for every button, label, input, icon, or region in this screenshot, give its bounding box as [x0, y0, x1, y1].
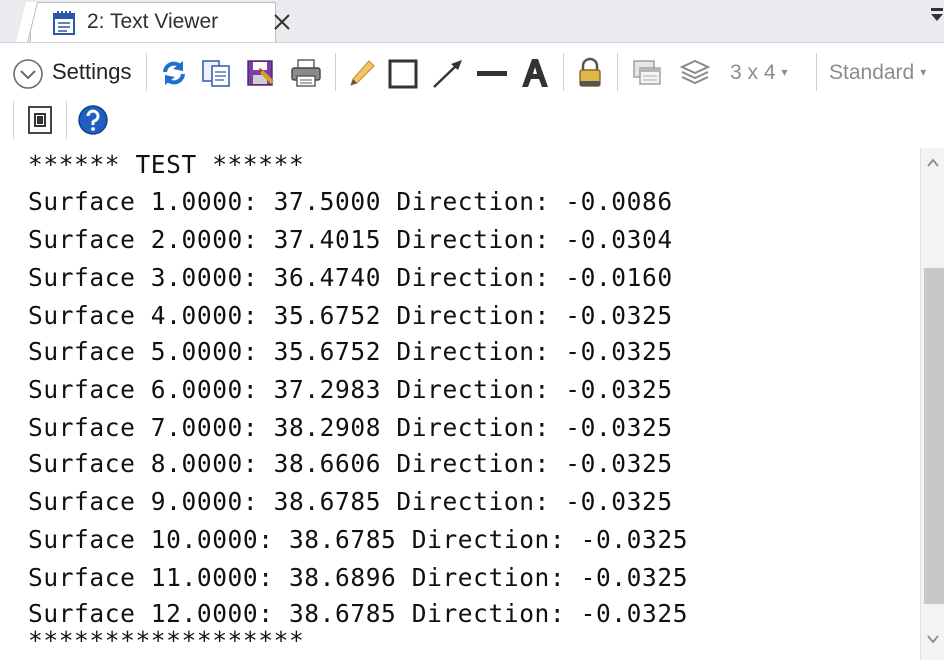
toolbar-separator — [816, 53, 817, 91]
toolbar-separator — [617, 53, 618, 91]
text-line: Surface 7.0000: 38.2908 Direction: -0.03… — [28, 413, 673, 442]
tab-strip: 2: Text Viewer — [0, 0, 944, 43]
scrollbar-thumb[interactable] — [924, 268, 944, 604]
style-value: Standard — [829, 61, 915, 84]
text-line: ****** TEST ****** — [28, 150, 305, 179]
text-line: Surface 5.0000: 35.6752 Direction: -0.03… — [28, 337, 673, 366]
copy-icon[interactable] — [199, 57, 233, 89]
settings-chevron-icon[interactable] — [12, 58, 44, 90]
vertical-scrollbar[interactable] — [920, 148, 944, 660]
tab-title: 2: Text Viewer — [87, 10, 219, 33]
pencil-icon[interactable] — [346, 57, 378, 89]
layers-icon[interactable] — [678, 57, 712, 89]
text-line: Surface 9.0000: 38.6785 Direction: -0.03… — [28, 487, 673, 516]
settings-button[interactable]: Settings — [52, 59, 132, 85]
save-icon[interactable] — [244, 57, 278, 89]
line-tool-icon[interactable] — [474, 57, 510, 89]
text-line: Surface 4.0000: 35.6752 Direction: -0.03… — [28, 301, 673, 330]
toolbar-separator — [563, 53, 564, 91]
grid-layout-dropdown[interactable]: 3 x 4 ▾ — [730, 61, 788, 85]
toolbar: Settings 3 x 4 ▾ Standard ▾ — [0, 42, 944, 148]
text-line: Surface 1.0000: 37.5000 Direction: -0.00… — [28, 187, 673, 216]
scroll-up-icon[interactable] — [921, 148, 944, 178]
rectangle-tool-icon[interactable] — [386, 57, 420, 91]
lock-icon[interactable] — [574, 55, 606, 91]
text-line: Surface 3.0000: 36.4740 Direction: -0.01… — [28, 263, 673, 292]
text-line: Surface 11.0000: 38.6896 Direction: -0.0… — [28, 563, 689, 592]
text-line: Surface 10.0000: 38.6785 Direction: -0.0… — [28, 525, 689, 554]
help-icon[interactable] — [76, 103, 110, 137]
window-layout-icon[interactable] — [630, 57, 664, 89]
close-icon[interactable] — [271, 11, 293, 33]
text-viewer-icon — [53, 11, 75, 35]
toolbar-separator — [13, 101, 14, 139]
text-line: Surface 6.0000: 37.2983 Direction: -0.03… — [28, 375, 673, 404]
tab-edge — [15, 2, 39, 43]
print-icon[interactable] — [288, 57, 324, 89]
toolbar-separator — [335, 53, 336, 91]
chevron-down-icon: ▾ — [781, 65, 788, 79]
chevron-down-icon: ▾ — [920, 65, 927, 79]
toolbar-separator — [146, 53, 147, 91]
text-viewer-content[interactable]: ****** TEST ****** Surface 1.0000: 37.50… — [0, 148, 920, 660]
text-line: Surface 2.0000: 37.4015 Direction: -0.03… — [28, 225, 673, 254]
text-line: ****************** — [28, 626, 305, 655]
tab-list-menu-icon[interactable] — [930, 4, 944, 26]
grid-layout-value: 3 x 4 — [730, 61, 776, 84]
style-dropdown[interactable]: Standard ▾ — [829, 61, 926, 85]
scroll-down-icon[interactable] — [921, 626, 944, 656]
text-tool-icon[interactable] — [518, 55, 552, 91]
refresh-icon[interactable] — [158, 57, 190, 89]
toolbar-separator — [66, 101, 67, 139]
tab-text-viewer[interactable]: 2: Text Viewer — [15, 2, 290, 43]
text-line: Surface 8.0000: 38.6606 Direction: -0.03… — [28, 449, 673, 478]
arrow-tool-icon[interactable] — [430, 57, 466, 91]
freeze-window-icon[interactable] — [24, 103, 56, 137]
